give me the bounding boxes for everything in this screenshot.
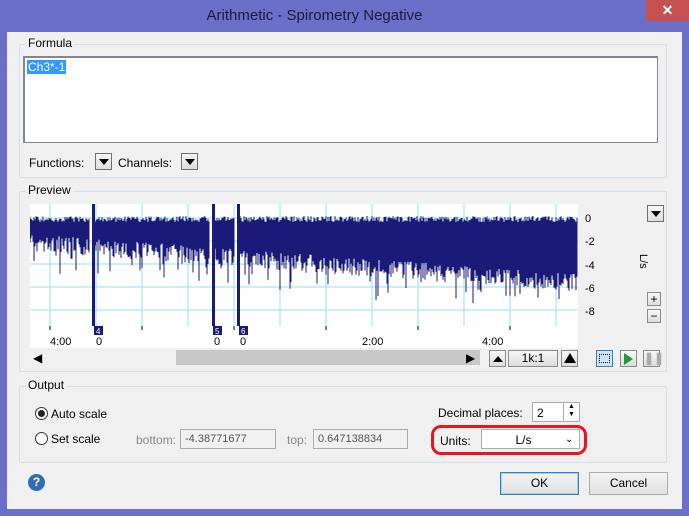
block-divider xyxy=(237,204,240,326)
mountain-large-icon xyxy=(563,353,576,363)
block-marker[interactable]: 5 xyxy=(213,326,222,336)
play-icon xyxy=(624,353,633,365)
formula-text: Ch3*-1 xyxy=(27,60,67,74)
ok-button[interactable]: OK xyxy=(500,472,579,495)
bottom-label: bottom: xyxy=(136,433,177,447)
y-unit-label: L/s xyxy=(637,254,649,269)
cancel-button[interactable]: Cancel xyxy=(589,472,668,495)
x-tick-label: 0 xyxy=(240,336,246,348)
zoom-in-button[interactable]: + xyxy=(647,292,661,306)
auto-scale-label: Auto scale xyxy=(51,407,108,421)
title-bar: Arithmetic - Spirometry Negative ✕ xyxy=(0,0,689,32)
functions-dropdown[interactable] xyxy=(95,153,112,170)
block-divider xyxy=(92,204,95,326)
set-scale-radio[interactable] xyxy=(35,432,48,445)
channels-dropdown[interactable] xyxy=(181,153,198,170)
window-title: Arithmetic - Spirometry Negative xyxy=(206,7,423,24)
time-axis: 4:00 0 0 0 2:00 4:00 4 5 6 xyxy=(30,326,578,348)
expand-button[interactable] xyxy=(561,350,578,367)
y-tick-2: -4 xyxy=(585,260,595,272)
bottom-field[interactable]: -4.38771677 xyxy=(180,429,276,449)
block-marker-label: 4 xyxy=(96,327,101,336)
help-icon[interactable]: ? xyxy=(28,474,45,491)
preview-plot-svg xyxy=(29,204,578,326)
y-tick-3: -6 xyxy=(585,283,595,295)
x-tick-label: 2:00 xyxy=(362,336,383,348)
units-label: Units: xyxy=(440,434,471,448)
x-tick-label: 0 xyxy=(96,336,102,348)
decimal-places-value: 2 xyxy=(537,406,544,420)
time-axis-svg: 4:00 0 0 0 2:00 4:00 4 5 6 xyxy=(49,326,511,348)
auto-scale-radio[interactable] xyxy=(35,407,48,420)
decimal-places-label: Decimal places: xyxy=(438,406,523,420)
waveform-trace xyxy=(29,216,578,304)
block-marker-label: 6 xyxy=(241,327,246,336)
scroll-left-arrow[interactable]: ◀ xyxy=(33,351,42,365)
preview-plot xyxy=(29,204,578,326)
x-tick-label: 0 xyxy=(214,336,220,348)
x-tick-label: 4:00 xyxy=(482,336,503,348)
y-tick-1: -2 xyxy=(585,236,595,248)
chevron-down-icon: ⌄ xyxy=(565,434,574,445)
preview-options-dropdown[interactable] xyxy=(647,205,664,222)
block-marker-label: 5 xyxy=(215,327,220,336)
set-scale-label: Set scale xyxy=(51,432,101,446)
grid-toggle-button[interactable] xyxy=(596,350,613,367)
zoom-out-button[interactable]: − xyxy=(647,309,661,323)
pause-icon: ❚❚ xyxy=(644,351,665,365)
block-marker[interactable]: 6 xyxy=(239,326,248,336)
decimal-spin-buttons[interactable]: ▲ ▼ xyxy=(563,403,579,421)
units-value: L/s xyxy=(515,433,532,447)
output-group-label: Output xyxy=(26,378,67,392)
pause-button[interactable]: ❚❚ xyxy=(643,350,664,367)
x-tick-label: 4:00 xyxy=(50,336,71,348)
block-marker[interactable]: 4 xyxy=(94,326,103,336)
top-field[interactable]: 0.647138834 xyxy=(313,429,408,449)
mountain-small-icon xyxy=(492,356,503,362)
formula-group-label: Formula xyxy=(26,36,75,50)
preview-group-label: Preview xyxy=(26,183,73,197)
scrollbar-thumb[interactable] xyxy=(176,350,480,365)
functions-label: Functions: xyxy=(29,156,85,170)
channels-label: Channels: xyxy=(118,156,173,170)
top-label: top: xyxy=(287,433,308,447)
close-button[interactable]: ✕ xyxy=(646,0,689,21)
y-tick-0: 0 xyxy=(585,213,592,225)
grid-icon xyxy=(599,354,610,363)
y-tick-4: -8 xyxy=(585,306,595,318)
formula-textarea[interactable]: Ch3*-1 xyxy=(23,56,658,143)
zoom-ratio[interactable]: 1k:1 xyxy=(508,350,558,367)
scroll-right-arrow[interactable]: ▶ xyxy=(466,351,475,365)
play-button[interactable] xyxy=(620,350,637,367)
block-divider xyxy=(212,204,215,326)
compress-button[interactable] xyxy=(489,350,506,367)
